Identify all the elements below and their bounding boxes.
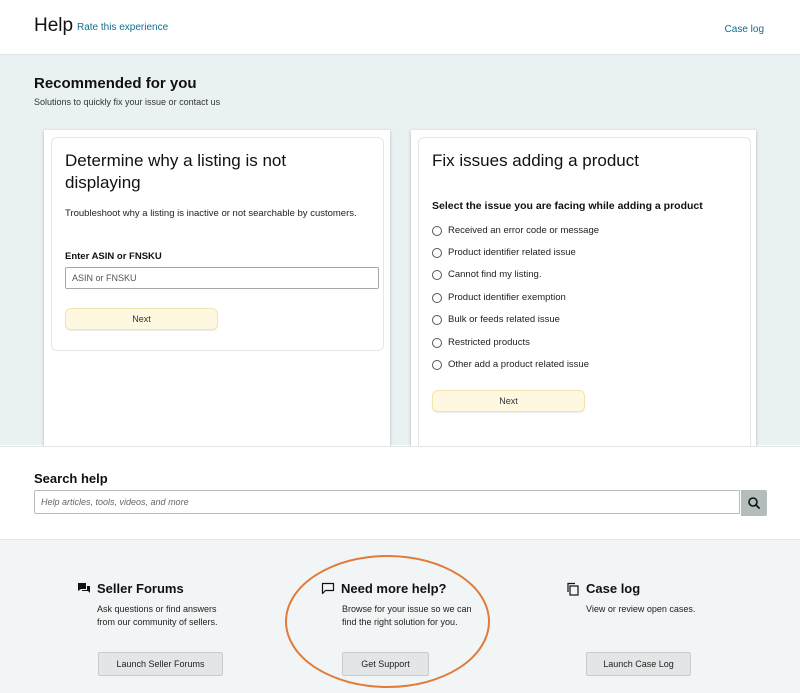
listing-card: Determine why a listing is not displayin…: [44, 130, 390, 478]
radio-icon[interactable]: [432, 247, 442, 258]
launch-case-log-button[interactable]: Launch Case Log: [586, 652, 691, 676]
case-log-title: Case log: [586, 581, 641, 596]
issue-option[interactable]: Received an error code or message: [432, 225, 599, 236]
seller-forums-column: Seller Forums Ask questions or find answ…: [77, 581, 218, 627]
radio-icon[interactable]: [432, 225, 442, 236]
seller-forums-description: Ask questions or find answers from our c…: [97, 603, 218, 629]
add-product-card-panel: Fix issues adding a product Select the i…: [418, 137, 751, 468]
add-product-card: Fix issues adding a product Select the i…: [411, 130, 756, 478]
issue-option[interactable]: Other add a product related issue: [432, 359, 589, 370]
search-help-input[interactable]: [34, 490, 740, 514]
issue-option-label: Cannot find my listing.: [448, 269, 542, 280]
issue-option-label: Restricted products: [448, 337, 530, 348]
issue-question: Select the issue you are facing while ad…: [432, 200, 703, 212]
asin-input[interactable]: [65, 267, 379, 289]
search-section: Search help: [0, 446, 800, 539]
issue-option[interactable]: Bulk or feeds related issue: [432, 314, 560, 325]
page-header: Help Rate this experience Case log: [0, 0, 800, 55]
issue-option-label: Bulk or feeds related issue: [448, 314, 560, 325]
highlight-circle-annotation: [285, 555, 490, 688]
listing-card-panel: Determine why a listing is not displayin…: [51, 137, 384, 351]
rate-experience-link[interactable]: Rate this experience: [77, 22, 168, 33]
seller-forums-heading: Seller Forums: [77, 581, 184, 596]
copy-icon: [567, 582, 579, 596]
add-product-card-title: Fix issues adding a product: [432, 151, 639, 170]
seller-forums-title: Seller Forums: [97, 581, 184, 596]
issue-option[interactable]: Restricted products: [432, 337, 530, 348]
page-title: Help: [34, 15, 74, 36]
add-product-next-button[interactable]: Next: [432, 390, 585, 412]
issue-option-label: Other add a product related issue: [448, 359, 590, 370]
issue-option-label: Product identifier related issue: [448, 247, 576, 258]
radio-icon[interactable]: [432, 359, 442, 370]
radio-icon[interactable]: [432, 269, 442, 280]
search-button[interactable]: [741, 490, 767, 516]
case-log-description: View or review open cases.: [586, 603, 695, 616]
radio-icon[interactable]: [432, 314, 442, 325]
search-heading: Search help: [34, 471, 108, 486]
case-log-heading: Case log: [566, 581, 640, 596]
listing-card-description: Troubleshoot why a listing is inactive o…: [65, 208, 357, 219]
issue-option[interactable]: Product identifier exemption: [432, 292, 566, 303]
issue-option[interactable]: Product identifier related issue: [432, 247, 576, 258]
seller-forums-description-line: from our community of sellers.: [97, 617, 218, 627]
issue-option-label: Product identifier exemption: [448, 292, 566, 303]
case-log-column: Case log View or review open cases.: [566, 581, 695, 614]
case-log-link[interactable]: Case log: [725, 24, 764, 35]
asin-field-label: Enter ASIN or FNSKU: [65, 251, 162, 262]
recommended-heading: Recommended for you: [34, 75, 197, 92]
issue-option-label: Received an error code or message: [448, 225, 600, 236]
listing-card-title: Determine why a listing is not displayin…: [65, 151, 287, 192]
search-icon: [748, 497, 760, 509]
issue-option[interactable]: Cannot find my listing.: [432, 269, 541, 280]
listing-next-button[interactable]: Next: [65, 308, 218, 330]
recommended-subheading: Solutions to quickly fix your issue or c…: [34, 97, 221, 107]
seller-forums-description-line: Ask questions or find answers: [97, 604, 217, 614]
case-log-description-line: View or review open cases.: [586, 604, 696, 614]
recommended-section: Recommended for you Solutions to quickly…: [0, 55, 800, 478]
launch-seller-forums-button[interactable]: Launch Seller Forums: [98, 652, 223, 676]
forum-icon: [78, 583, 90, 593]
radio-icon[interactable]: [432, 292, 442, 303]
radio-icon[interactable]: [432, 337, 442, 348]
